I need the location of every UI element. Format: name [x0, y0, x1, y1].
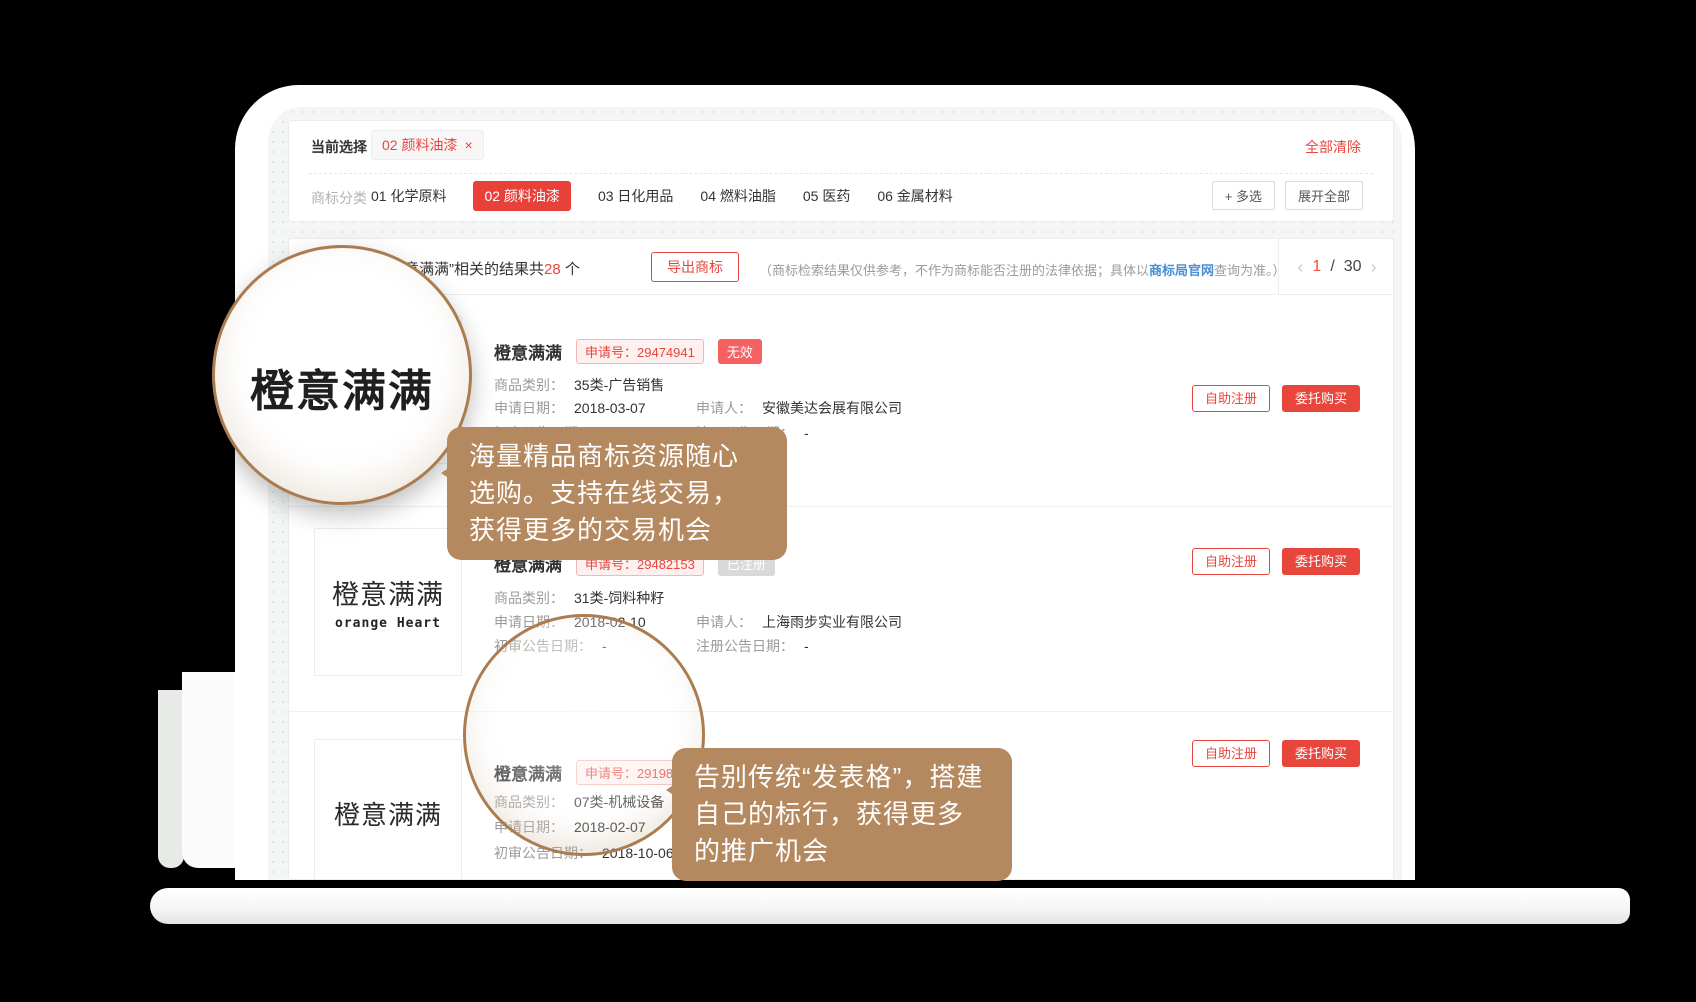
category-tabs: 01 化学原料 02 颜料油漆 03 日化用品 04 燃料油脂 05 医药 06… — [371, 181, 953, 211]
entrust-buy-button[interactable]: 委托购买 — [1282, 385, 1360, 412]
entrust-buy-button[interactable]: 委托购买 — [1282, 740, 1360, 767]
disclaimer-suffix: 查询为准。） — [1214, 263, 1286, 278]
apply-date-value: 2018-03-07 — [574, 400, 646, 416]
apply-date-value: 2018-02-07 — [574, 819, 646, 835]
total-pages: 30 — [1344, 258, 1362, 276]
results-header: 为您检索到“橙意满满”相关的结果共28 个 导出商标 （商标检索结果仅供参考，不… — [289, 239, 1393, 295]
tab-category-05[interactable]: 05 医药 — [803, 186, 850, 206]
tooltip-promotion: 告别传统“发表格”，搭建自己的标行，获得更多的推广机会 — [672, 748, 1012, 881]
trademark-image-text: 橙意满满 — [334, 795, 442, 832]
tab-category-01[interactable]: 01 化学原料 — [371, 186, 446, 206]
summary-suffix: 个 — [561, 261, 580, 278]
category-field-label: 商品类别： — [494, 377, 564, 393]
device-base — [150, 888, 1630, 924]
trademark-name[interactable]: 橙意满满 — [494, 760, 562, 785]
self-register-button[interactable]: 自助注册 — [1192, 548, 1270, 575]
applicant-label: 申请人： — [696, 400, 752, 416]
tab-category-03[interactable]: 03 日化用品 — [598, 186, 673, 206]
applicant-label: 申请人： — [696, 614, 752, 630]
current-selection-label: 当前选择 — [311, 137, 367, 157]
first-pub-label: 初审公告日期： — [494, 845, 592, 861]
apply-date-label: 申请日期： — [494, 400, 564, 416]
first-pub-value: 2018-10-06 — [602, 845, 674, 861]
screenshot-stage: 当前选择 02 颜料油漆 × 全部清除 商标分类 01 化学原料 02 颜料油漆… — [0, 0, 1696, 1002]
clear-all-button[interactable]: 全部清除 — [1305, 137, 1361, 157]
tooltip-marketplace: 海量精品商标资源随心选购。支持在线交易，获得更多的交易机会 — [447, 427, 787, 560]
application-number-tag: 申请号：29474941 — [576, 339, 704, 364]
tab-category-02-selected[interactable]: 02 颜料油漆 — [473, 181, 570, 211]
category-value: 31类-饲料种籽 — [574, 590, 664, 606]
divider — [309, 173, 1373, 174]
category-value: 35类-广告销售 — [574, 377, 664, 393]
selected-filter-tag-label: 02 颜料油漆 — [382, 135, 457, 155]
filter-panel: 当前选择 02 颜料油漆 × 全部清除 商标分类 01 化学原料 02 颜料油漆… — [288, 120, 1394, 222]
category-value: 07类-机械设备 — [574, 794, 664, 810]
first-pub-value: - — [602, 638, 607, 654]
disclaimer-prefix: （商标检索结果仅供参考，不作为商标能否注册的法律依据；具体以 — [759, 263, 1149, 278]
export-trademarks-button[interactable]: 导出商标 — [651, 252, 739, 282]
prev-page-icon[interactable]: ‹ — [1297, 258, 1303, 276]
close-icon[interactable]: × — [464, 137, 472, 153]
multi-select-button[interactable]: + 多选 — [1212, 181, 1275, 210]
magnified-trademark-text: 橙意满满 — [250, 355, 434, 419]
disclaimer-text: （商标检索结果仅供参考，不作为商标能否注册的法律依据；具体以商标局官网查询为准。… — [759, 260, 1286, 279]
applicant-value: 安徽美达会展有限公司 — [762, 400, 902, 416]
apply-date-label: 申请日期： — [494, 819, 564, 835]
category-field-label: 商品类别： — [494, 794, 564, 810]
trademark-image[interactable]: 橙意满满 — [314, 739, 462, 880]
self-register-button[interactable]: 自助注册 — [1192, 385, 1270, 412]
applicant-value: 上海雨步实业有限公司 — [762, 614, 902, 630]
entrust-buy-button[interactable]: 委托购买 — [1282, 548, 1360, 575]
tab-category-04[interactable]: 04 燃料油脂 — [700, 186, 775, 206]
trademark-name[interactable]: 橙意满满 — [494, 339, 562, 364]
page-separator: / — [1330, 258, 1334, 276]
tab-category-06[interactable]: 06 金属材料 — [877, 186, 952, 206]
trademark-image-text: 橙意满满 — [332, 573, 444, 612]
next-page-icon[interactable]: › — [1371, 258, 1377, 276]
category-label: 商标分类 — [311, 188, 367, 208]
summary-count: 28 — [544, 261, 561, 278]
row-divider — [289, 711, 1393, 712]
apply-date-label: 申请日期： — [494, 614, 564, 630]
current-page: 1 — [1312, 258, 1321, 276]
trademark-image[interactable]: 橙意满满 orange Heart — [314, 528, 462, 676]
trademark-office-link[interactable]: 商标局官网 — [1149, 263, 1214, 278]
category-field-label: 商品类别： — [494, 590, 564, 606]
first-pub-label: 初审公告日期： — [494, 638, 592, 654]
reg-pub-label: 注册公告日期： — [696, 638, 794, 654]
reg-pub-value: - — [804, 425, 809, 441]
status-badge: 无效 — [718, 339, 762, 364]
reg-pub-value: - — [804, 638, 809, 654]
selected-filter-tag[interactable]: 02 颜料油漆 × — [371, 130, 484, 160]
self-register-button[interactable]: 自助注册 — [1192, 740, 1270, 767]
expand-all-button[interactable]: 展开全部 — [1285, 181, 1363, 210]
pagination: ‹ 1 / 30 › — [1278, 239, 1394, 295]
apply-date-value: 2018-02-10 — [574, 614, 646, 630]
stacked-card-edge-gray — [158, 690, 184, 868]
trademark-image-subtext: orange Heart — [335, 616, 441, 631]
